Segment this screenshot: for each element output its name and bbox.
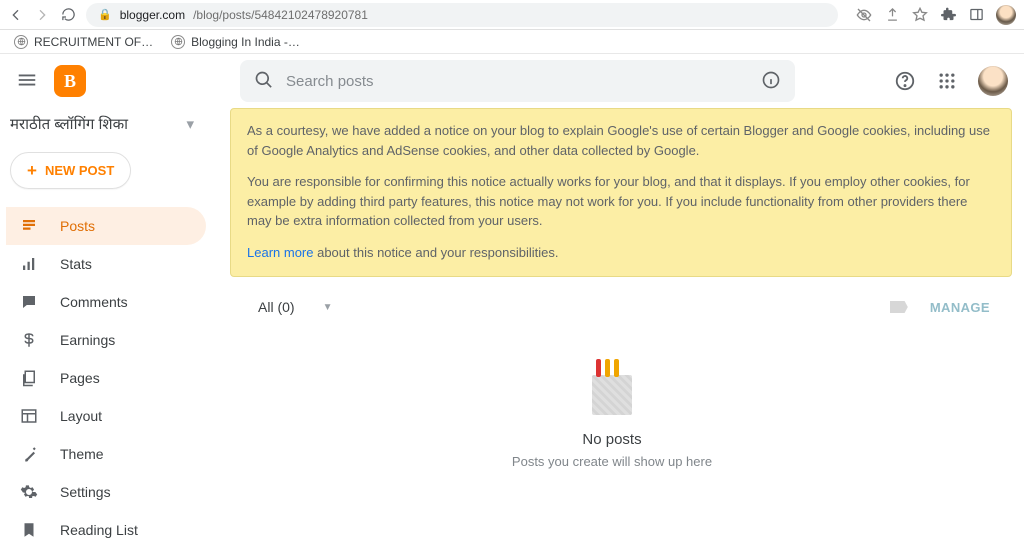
filter-label: All (0)	[258, 299, 295, 315]
cookie-notice: As a courtesy, we have added a notice on…	[230, 108, 1012, 277]
blogger-logo[interactable]: B	[54, 65, 86, 97]
share-icon[interactable]	[884, 7, 900, 23]
sidebar-item-layout[interactable]: Layout	[6, 397, 206, 435]
lock-icon: 🔒	[98, 8, 112, 21]
filter-dropdown[interactable]: All (0) ▼	[258, 299, 332, 315]
notice-paragraph: As a courtesy, we have added a notice on…	[247, 121, 995, 160]
layout-icon	[20, 407, 38, 425]
menu-icon[interactable]	[16, 69, 40, 93]
search-icon	[254, 70, 274, 93]
extensions-icon[interactable]	[940, 7, 956, 23]
sidebar-label: Settings	[60, 484, 111, 500]
browser-actions	[848, 5, 1016, 25]
posts-icon	[20, 217, 38, 235]
search-bar[interactable]	[240, 60, 795, 102]
globe-icon	[14, 35, 28, 49]
help-icon[interactable]	[894, 70, 916, 92]
notice-tail: about this notice and your responsibilit…	[313, 245, 558, 260]
comments-icon	[20, 293, 38, 311]
empty-state: No posts Posts you create will show up h…	[212, 375, 1012, 469]
sidebar-label: Theme	[60, 446, 104, 462]
bookmark-label: RECRUITMENT OF…	[34, 35, 153, 49]
sidebar: मराठीत ब्लॉगिंग शिका ▾ + NEW POST Posts …	[0, 108, 212, 531]
app-header: B	[0, 54, 1024, 108]
reload-icon[interactable]	[60, 7, 76, 23]
sidebar-item-comments[interactable]: Comments	[6, 283, 206, 321]
sidebar-label: Layout	[60, 408, 102, 424]
stats-icon	[20, 255, 38, 273]
sidebar-item-theme[interactable]: Theme	[6, 435, 206, 473]
posts-toolbar: All (0) ▼ MANAGE	[212, 285, 1012, 321]
account-avatar[interactable]	[978, 66, 1008, 96]
notice-paragraph: Learn more about this notice and your re…	[247, 243, 995, 263]
chevron-down-icon: ▾	[186, 115, 194, 133]
bookmark-icon	[20, 521, 38, 539]
sidebar-item-earnings[interactable]: Earnings	[6, 321, 206, 359]
blog-selector[interactable]: मराठीत ब्लॉगिंग शिका ▾	[6, 108, 206, 146]
search-input[interactable]	[286, 73, 749, 90]
label-icon[interactable]	[890, 301, 908, 313]
sidebar-label: Posts	[60, 218, 95, 234]
eye-off-icon[interactable]	[856, 7, 872, 23]
address-bar[interactable]: 🔒 blogger.com/blog/posts/548421024789207…	[86, 3, 838, 27]
sidebar-label: Comments	[60, 294, 128, 310]
bookmark-item[interactable]: RECRUITMENT OF…	[14, 35, 153, 49]
browser-toolbar: 🔒 blogger.com/blog/posts/548421024789207…	[0, 0, 1024, 30]
sidebar-label: Stats	[60, 256, 92, 272]
bookmark-label: Blogging In India -…	[191, 35, 300, 49]
learn-more-link[interactable]: Learn more	[247, 245, 313, 260]
forward-icon[interactable]	[34, 7, 50, 23]
manage-button[interactable]: MANAGE	[930, 300, 990, 315]
url-host: blogger.com	[120, 8, 185, 22]
theme-icon	[20, 445, 38, 463]
sidebar-item-settings[interactable]: Settings	[6, 473, 206, 511]
earnings-icon	[20, 331, 38, 349]
new-post-label: NEW POST	[45, 163, 114, 178]
empty-illustration	[592, 375, 632, 415]
apps-grid-icon[interactable]	[936, 70, 958, 92]
empty-title: No posts	[582, 431, 641, 448]
info-icon[interactable]	[761, 70, 781, 93]
main-content: As a courtesy, we have added a notice on…	[212, 108, 1024, 531]
sidebar-label: Reading List	[60, 522, 138, 538]
gear-icon	[20, 483, 38, 501]
back-icon[interactable]	[8, 7, 24, 23]
globe-icon	[171, 35, 185, 49]
blog-name: मराठीत ब्लॉगिंग शिका	[10, 114, 128, 134]
sidebar-item-posts[interactable]: Posts	[6, 207, 206, 245]
empty-subtitle: Posts you create will show up here	[512, 454, 712, 469]
pages-icon	[20, 369, 38, 387]
url-path: /blog/posts/54842102478920781	[193, 8, 368, 22]
sidebar-item-pages[interactable]: Pages	[6, 359, 206, 397]
bookmark-item[interactable]: Blogging In India -…	[171, 35, 300, 49]
sidebar-item-reading-list[interactable]: Reading List	[6, 511, 206, 549]
new-post-button[interactable]: + NEW POST	[10, 152, 131, 189]
bookmarks-bar: RECRUITMENT OF… Blogging In India -…	[0, 30, 1024, 54]
star-icon[interactable]	[912, 7, 928, 23]
notice-paragraph: You are responsible for confirming this …	[247, 172, 995, 231]
panel-icon[interactable]	[968, 7, 984, 23]
sidebar-item-stats[interactable]: Stats	[6, 245, 206, 283]
chevron-down-icon: ▼	[323, 302, 333, 313]
sidebar-label: Pages	[60, 370, 100, 386]
sidebar-label: Earnings	[60, 332, 115, 348]
profile-avatar-browser[interactable]	[996, 5, 1016, 25]
